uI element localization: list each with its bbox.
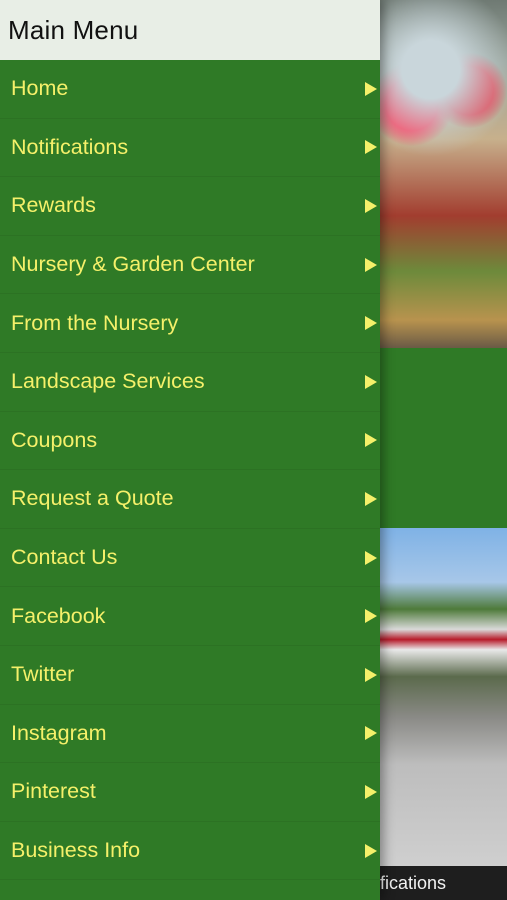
menu-item-label: Instagram xyxy=(11,720,107,745)
menu-item-label: Business Info xyxy=(11,838,141,863)
bottom-tab-label: fications xyxy=(380,873,447,893)
menu-item-nursery-garden-center[interactable]: Nursery & Garden Center xyxy=(0,236,380,295)
menu-item-label: Nursery & Garden Center xyxy=(11,252,255,277)
menu-item-from-the-nursery[interactable]: From the Nursery xyxy=(0,294,380,353)
triangle-right-icon xyxy=(365,257,377,272)
triangle-right-icon xyxy=(365,609,377,624)
triangle-right-icon xyxy=(365,316,377,331)
menu-item-label: Pinterest xyxy=(11,779,96,804)
green-band xyxy=(380,348,507,528)
triangle-right-icon xyxy=(365,726,377,741)
menu-item-label: Twitter xyxy=(11,662,75,687)
side-drawer: Main Menu Home Notifications Rewards Nur… xyxy=(0,0,380,900)
triangle-right-icon xyxy=(365,784,377,799)
menu-item-business-info[interactable]: Business Info xyxy=(0,822,380,881)
triangle-right-icon xyxy=(365,374,377,389)
menu-item-coupons[interactable]: Coupons xyxy=(0,412,380,471)
triangle-right-icon xyxy=(365,667,377,682)
menu-item-rewards[interactable]: Rewards xyxy=(0,177,380,236)
menu-item-home[interactable]: Home xyxy=(0,60,380,119)
menu-item-facebook[interactable]: Facebook xyxy=(0,587,380,646)
menu-item-label: Notifications xyxy=(11,134,129,159)
bottom-tab-bar[interactable]: fications xyxy=(380,866,507,900)
triangle-right-icon xyxy=(365,550,377,565)
menu-item-notifications[interactable]: Notifications xyxy=(0,119,380,178)
triangle-right-icon xyxy=(365,843,377,858)
greenhouse-photo xyxy=(380,0,507,348)
menu-item-twitter[interactable]: Twitter xyxy=(0,646,380,705)
menu-item-label: Rewards xyxy=(11,193,96,218)
menu-item-instagram[interactable]: Instagram xyxy=(0,705,380,764)
triangle-right-icon xyxy=(365,433,377,448)
menu-item-label: Facebook xyxy=(11,603,106,628)
menu-item-label: From the Nursery xyxy=(11,310,179,335)
drawer-header: Main Menu xyxy=(0,0,380,60)
menu-list: Home Notifications Rewards Nursery & Gar… xyxy=(0,60,380,881)
menu-item-request-a-quote[interactable]: Request a Quote xyxy=(0,470,380,529)
menu-item-label: Coupons xyxy=(11,427,98,452)
menu-item-pinterest[interactable]: Pinterest xyxy=(0,763,380,822)
triangle-right-icon xyxy=(365,198,377,213)
menu-item-label: Landscape Services xyxy=(11,369,205,394)
triangle-right-icon xyxy=(365,491,377,506)
menu-item-landscape-services[interactable]: Landscape Services xyxy=(0,353,380,412)
triangle-right-icon xyxy=(365,81,377,96)
triangle-right-icon xyxy=(365,140,377,155)
menu-item-contact-us[interactable]: Contact Us xyxy=(0,529,380,588)
menu-item-label: Contact Us xyxy=(11,545,118,570)
menu-item-label: Home xyxy=(11,76,69,101)
menu-item-label: Request a Quote xyxy=(11,486,174,511)
storefront-photo xyxy=(380,528,507,866)
drawer-title: Main Menu xyxy=(8,14,139,45)
